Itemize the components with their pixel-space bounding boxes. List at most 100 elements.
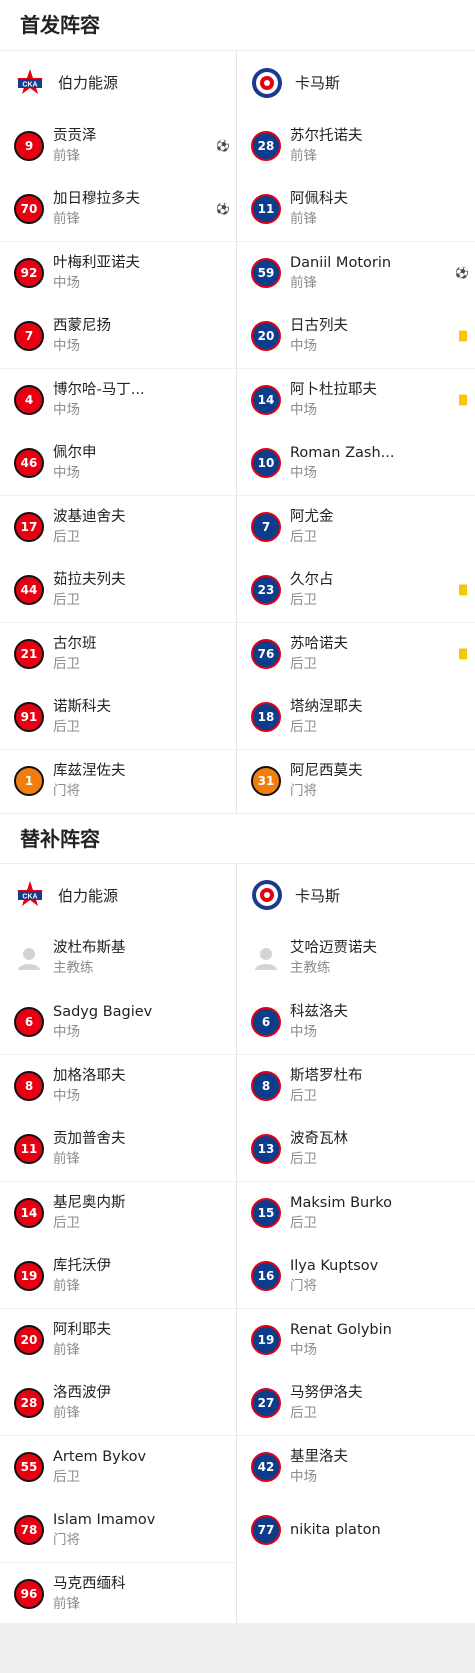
- player-row[interactable]: 8 斯塔罗杜布 后卫: [237, 1053, 475, 1118]
- jersey-number: 19: [251, 1324, 281, 1355]
- player-name: Renat Golybin: [290, 1321, 392, 1338]
- player-row[interactable]: 9 贡贡泽 前锋 ⚽: [0, 114, 236, 178]
- player-name: Roman Zash...: [290, 445, 395, 462]
- player-position: 后卫: [290, 1150, 317, 1167]
- away-subs-team-name: 卡马斯: [295, 886, 341, 905]
- player-row[interactable]: 19 Renat Golybin 中场: [237, 1307, 475, 1372]
- jersey-number: 59: [251, 258, 281, 289]
- player-row[interactable]: 28 苏尔托诺夫 前锋: [237, 114, 475, 178]
- player-row[interactable]: 78 Islam Imamov 门将: [0, 1498, 236, 1562]
- player-name: 波奇瓦林: [290, 1130, 348, 1147]
- jersey-number: 6: [251, 1006, 281, 1037]
- lineup-page: 首发阵容 CKA 伯力能源 9 贡贡泽 前锋 ⚽ 70 加日穆拉多夫 前锋 ⚽ 92 叶梅利亚诺夫…: [0, 0, 475, 1673]
- green-soccer-ball-icon: ⚽: [216, 139, 230, 153]
- player-row[interactable]: 91 诺斯科夫 后卫: [0, 686, 236, 750]
- player-row[interactable]: 23 久尔占 后卫: [237, 559, 475, 623]
- player-position: 前锋: [290, 275, 317, 292]
- player-name: 阿利耶夫: [53, 1321, 111, 1338]
- player-row[interactable]: 46 佩尔申 中场: [0, 432, 236, 496]
- player-row[interactable]: 77 nikita platon: [237, 1498, 475, 1562]
- player-row[interactable]: 1 库兹涅佐夫 门将: [0, 749, 236, 813]
- player-row[interactable]: 20 日古列夫 中场: [237, 305, 475, 369]
- player-position: 后卫: [290, 529, 317, 546]
- player-row[interactable]: 76 苏哈诺夫 后卫: [237, 622, 475, 686]
- player-row[interactable]: 7 西蒙尼扬 中场: [0, 305, 236, 369]
- player-position: 中场: [290, 1341, 317, 1358]
- player-row[interactable]: 11 贡加普舍夫 前锋: [0, 1117, 236, 1181]
- player-name: 古尔班: [53, 636, 97, 653]
- person-placeholder-icon: [251, 943, 281, 973]
- starting-lineup: CKA 伯力能源 9 贡贡泽 前锋 ⚽ 70 加日穆拉多夫 前锋 ⚽ 92 叶梅利亚诺夫 中场 7 西蒙…: [0, 51, 475, 813]
- home-team-header[interactable]: CKA 伯力能源: [0, 51, 236, 114]
- player-row[interactable]: 4 博尔哈-马丁... 中场: [0, 368, 236, 432]
- player-position: 后卫: [290, 592, 317, 609]
- player-row[interactable]: 18 塔纳涅耶夫 后卫: [237, 686, 475, 750]
- player-row[interactable]: 14 基尼奥内斯 后卫: [0, 1180, 236, 1245]
- player-name: Ilya Kuptsov: [290, 1257, 379, 1274]
- jersey-number: 42: [251, 1451, 281, 1482]
- player-row[interactable]: 31 阿尼西莫夫 门将: [237, 749, 475, 813]
- player-name: 马克西缅科: [53, 1575, 126, 1592]
- player-row[interactable]: 13 波奇瓦林 后卫: [237, 1117, 475, 1181]
- player-position: 前锋: [53, 1595, 80, 1612]
- player-position: 中场: [53, 338, 80, 355]
- player-row[interactable]: 17 波基迪舍夫 后卫: [0, 495, 236, 559]
- player-name: 博尔哈-马丁...: [53, 382, 145, 399]
- player-position: 后卫: [290, 1214, 317, 1231]
- player-row[interactable]: 20 阿利耶夫 前锋: [0, 1307, 236, 1372]
- soccer-ball-icon: ⚽: [455, 266, 469, 280]
- player-row[interactable]: 70 加日穆拉多夫 前锋 ⚽: [0, 178, 236, 242]
- player-row[interactable]: 6 科兹洛夫 中场: [237, 990, 475, 1054]
- player-row[interactable]: 11 阿佩科夫 前锋: [237, 178, 475, 242]
- player-name: Sadyg Bagiev: [53, 1003, 153, 1020]
- player-name: 马努伊洛夫: [290, 1384, 363, 1401]
- player-position: 前锋: [53, 1404, 80, 1421]
- player-position: 后卫: [53, 1468, 80, 1485]
- player-row[interactable]: 15 Maksim Burko 后卫: [237, 1180, 475, 1245]
- player-row[interactable]: 14 阿卜杜拉耶夫 中场: [237, 368, 475, 432]
- player-row[interactable]: 10 Roman Zash... 中场: [237, 432, 475, 496]
- player-row[interactable]: 92 叶梅利亚诺夫 中场: [0, 241, 236, 305]
- player-row[interactable]: 6 Sadyg Bagiev 中场: [0, 990, 236, 1054]
- away-coach-row[interactable]: 艾哈迈贾诺夫 主教练: [237, 927, 475, 991]
- player-row[interactable]: 16 Ilya Kuptsov 门将: [237, 1244, 475, 1308]
- player-name: 西蒙尼扬: [53, 318, 111, 335]
- player-name: 阿尼西莫夫: [290, 763, 363, 780]
- player-row[interactable]: 7 阿尤金 后卫: [237, 495, 475, 559]
- player-row[interactable]: 96 马克西缅科 前锋: [0, 1561, 236, 1626]
- player-name: 诺斯科夫: [53, 699, 111, 716]
- player-row[interactable]: 55 Artem Bykov 后卫: [0, 1434, 236, 1499]
- jersey-number: 16: [251, 1260, 281, 1291]
- home-starting-column: CKA 伯力能源 9 贡贡泽 前锋 ⚽ 70 加日穆拉多夫 前锋 ⚽ 92 叶梅利亚诺夫 中场 7 西蒙…: [0, 51, 237, 813]
- home-subs-column: CKA 伯力能源 波杜布斯基 主教练 6 Sadyg Bagiev 中场 8 加格洛耶夫…: [0, 863, 237, 1626]
- person-placeholder-icon: [14, 943, 44, 973]
- coach-role: 主教练: [290, 960, 331, 977]
- away-subs-team-header[interactable]: 卡马斯: [237, 864, 475, 927]
- jersey-number: 20: [251, 321, 281, 352]
- home-coach-row[interactable]: 波杜布斯基 主教练: [0, 927, 236, 991]
- player-name: 贡贡泽: [53, 127, 97, 144]
- player-name: 基里洛夫: [290, 1448, 348, 1465]
- player-row[interactable]: 19 库托沃伊 前锋: [0, 1244, 236, 1308]
- player-position: 中场: [290, 402, 317, 419]
- player-row[interactable]: 42 基里洛夫 中场: [237, 1434, 475, 1499]
- player-row[interactable]: 8 加格洛耶夫 中场: [0, 1053, 236, 1118]
- player-row[interactable]: 21 古尔班 后卫: [0, 622, 236, 686]
- player-position: 前锋: [290, 211, 317, 228]
- jersey-number: 10: [251, 448, 281, 479]
- player-name: 库兹涅佐夫: [53, 763, 126, 780]
- jersey-number: 46: [14, 448, 44, 479]
- coach-name: 波杜布斯基: [53, 940, 126, 957]
- yellow-card-icon: [459, 648, 467, 660]
- jersey-number: 31: [251, 766, 281, 797]
- jersey-number: 8: [251, 1070, 281, 1101]
- player-position: 后卫: [290, 719, 317, 736]
- player-row[interactable]: 59 Daniil Motorin 前锋 ⚽: [237, 241, 475, 305]
- player-name: 加日穆拉多夫: [53, 191, 140, 208]
- player-name: 叶梅利亚诺夫: [53, 255, 140, 272]
- player-row[interactable]: 44 茹拉夫列夫 后卫: [0, 559, 236, 623]
- player-row[interactable]: 27 马努伊洛夫 后卫: [237, 1371, 475, 1435]
- player-row[interactable]: 28 洛西波伊 前锋: [0, 1371, 236, 1435]
- away-team-header[interactable]: 卡马斯: [237, 51, 475, 114]
- home-subs-team-header[interactable]: CKA 伯力能源: [0, 864, 236, 927]
